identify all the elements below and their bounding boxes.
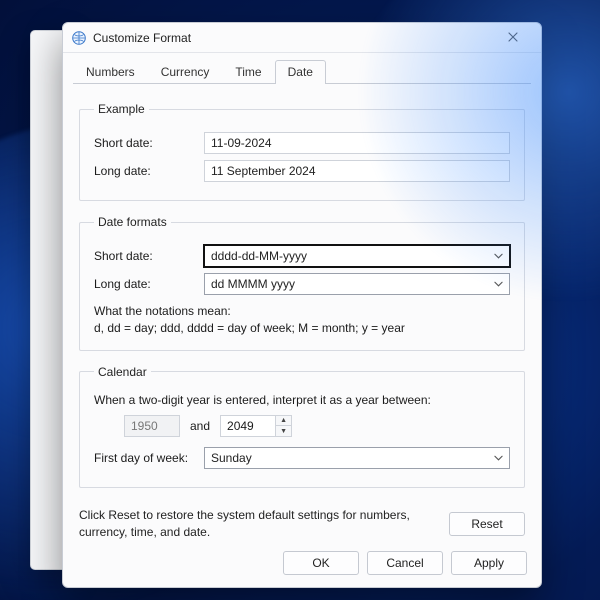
legend-calendar: Calendar xyxy=(94,365,151,379)
window-title: Customize Format xyxy=(93,31,191,45)
tab-numbers[interactable]: Numbers xyxy=(73,60,148,84)
ok-button[interactable]: OK xyxy=(283,551,359,575)
notation-block: What the notations mean: d, dd = day; dd… xyxy=(94,303,510,338)
spinner-year-to[interactable]: 2049 ▲ ▼ xyxy=(220,415,292,437)
close-icon xyxy=(508,31,518,45)
legend-date-formats: Date formats xyxy=(94,215,171,229)
reset-text: Click Reset to restore the system defaul… xyxy=(79,507,435,541)
apply-button[interactable]: Apply xyxy=(451,551,527,575)
tab-strip: Numbers Currency Time Date xyxy=(63,53,541,83)
notation-title: What the notations mean: xyxy=(94,303,510,320)
date-panel: Example Short date: 11-09-2024 Long date… xyxy=(63,84,541,501)
label-long-date: Long date: xyxy=(94,277,204,291)
value-example-short: 11-09-2024 xyxy=(204,132,510,154)
combo-long-date-value: dd MMMM yyyy xyxy=(211,277,295,291)
group-example: Example Short date: 11-09-2024 Long date… xyxy=(79,102,525,201)
input-year-to[interactable]: 2049 xyxy=(220,415,276,437)
label-example-short: Short date: xyxy=(94,136,204,150)
tab-currency[interactable]: Currency xyxy=(148,60,223,84)
label-first-day: First day of week: xyxy=(94,451,204,465)
chevron-down-icon xyxy=(494,252,503,261)
label-short-date: Short date: xyxy=(94,249,204,263)
notation-body: d, dd = day; ddd, dddd = day of week; M … xyxy=(94,320,510,337)
label-interpret-year: When a two-digit year is entered, interp… xyxy=(94,393,510,407)
close-button[interactable] xyxy=(493,24,533,52)
tab-time[interactable]: Time xyxy=(222,60,274,84)
spin-up-icon[interactable]: ▲ xyxy=(276,416,291,426)
combo-short-date-value: dddd-dd-MM-yyyy xyxy=(211,249,307,263)
group-calendar: Calendar When a two-digit year is entere… xyxy=(79,365,525,488)
button-row: OK Cancel Apply xyxy=(63,541,541,587)
combo-first-day[interactable]: Sunday xyxy=(204,447,510,469)
input-year-from: 1950 xyxy=(124,415,180,437)
label-and: and xyxy=(190,419,210,433)
group-date-formats: Date formats Short date: dddd-dd-MM-yyyy… xyxy=(79,215,525,351)
globe-icon xyxy=(71,30,87,46)
reset-row: Click Reset to restore the system defaul… xyxy=(63,501,541,541)
value-example-long: 11 September 2024 xyxy=(204,160,510,182)
legend-example: Example xyxy=(94,102,149,116)
label-example-long: Long date: xyxy=(94,164,204,178)
titlebar: Customize Format xyxy=(63,23,541,53)
chevron-down-icon xyxy=(494,280,503,289)
combo-long-date[interactable]: dd MMMM yyyy xyxy=(204,273,510,295)
tab-date[interactable]: Date xyxy=(275,60,326,84)
reset-button[interactable]: Reset xyxy=(449,512,525,536)
combo-first-day-value: Sunday xyxy=(211,451,252,465)
customize-format-dialog: Customize Format Numbers Currency Time D… xyxy=(62,22,542,588)
cancel-button[interactable]: Cancel xyxy=(367,551,443,575)
spin-down-icon[interactable]: ▼ xyxy=(276,425,291,436)
combo-short-date[interactable]: dddd-dd-MM-yyyy xyxy=(204,245,510,267)
chevron-down-icon xyxy=(494,453,503,462)
